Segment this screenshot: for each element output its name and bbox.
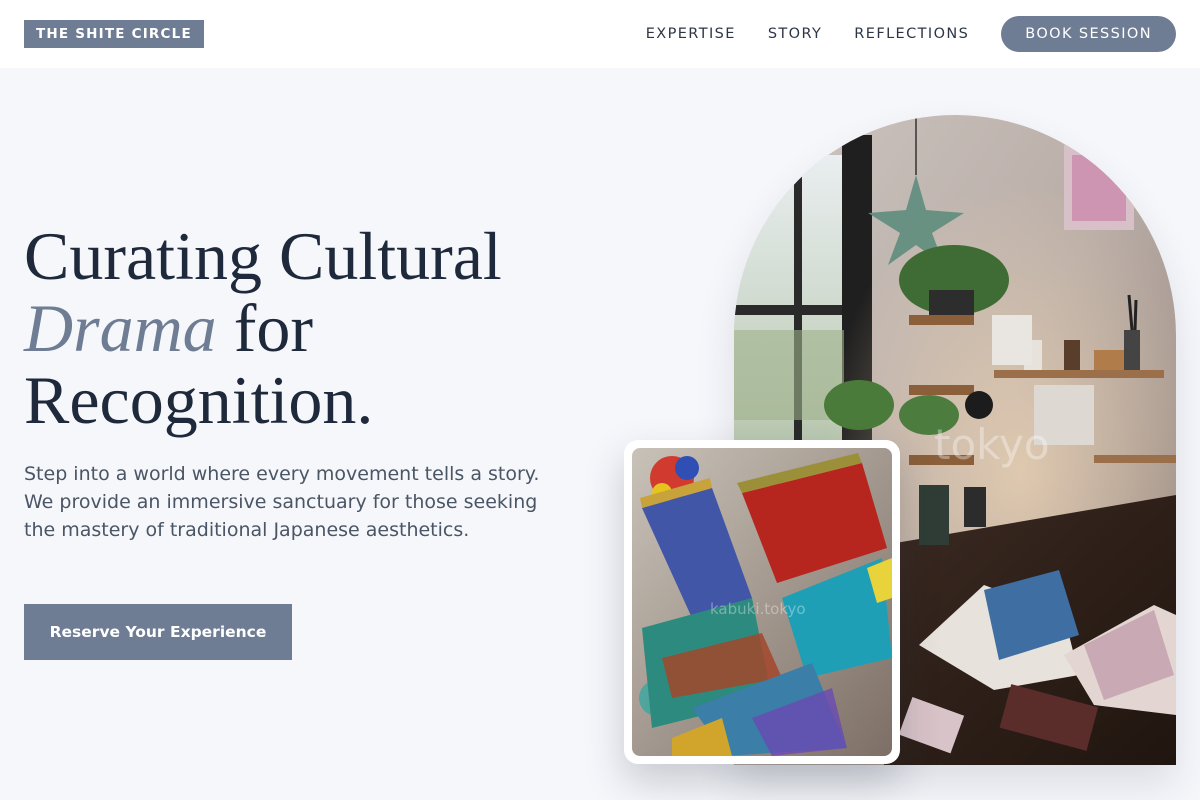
- nav-link-story[interactable]: STORY: [768, 26, 822, 42]
- book-session-button[interactable]: BOOK SESSION: [1001, 16, 1176, 52]
- studio-watermark: tokyo: [934, 420, 1050, 469]
- reserve-experience-button[interactable]: Reserve Your Experience: [24, 604, 292, 660]
- site-header: THE SHITE CIRCLE EXPERTISE STORY REFLECT…: [0, 0, 1200, 68]
- hero-title: Curating Cultural Drama for Recognition.: [24, 220, 584, 436]
- brushes-image-card: kabuki.tokyo: [624, 440, 900, 764]
- brushes-watermark: kabuki.tokyo: [710, 600, 806, 618]
- brand-logo[interactable]: THE SHITE CIRCLE: [24, 20, 204, 48]
- hero-subtitle: Step into a world where every movement t…: [24, 463, 540, 541]
- brushes-image: kabuki.tokyo: [632, 448, 892, 756]
- hero-title-line2-rest: for: [216, 290, 313, 366]
- hero-title-line1: Curating Cultural: [24, 218, 502, 294]
- hero-title-emphasis: Drama: [24, 290, 217, 366]
- nav-link-reflections[interactable]: REFLECTIONS: [854, 26, 969, 42]
- hero-title-line3: Recognition.: [24, 362, 374, 438]
- main-nav: EXPERTISE STORY REFLECTIONS BOOK SESSION: [646, 16, 1176, 52]
- nav-link-expertise[interactable]: EXPERTISE: [646, 26, 736, 42]
